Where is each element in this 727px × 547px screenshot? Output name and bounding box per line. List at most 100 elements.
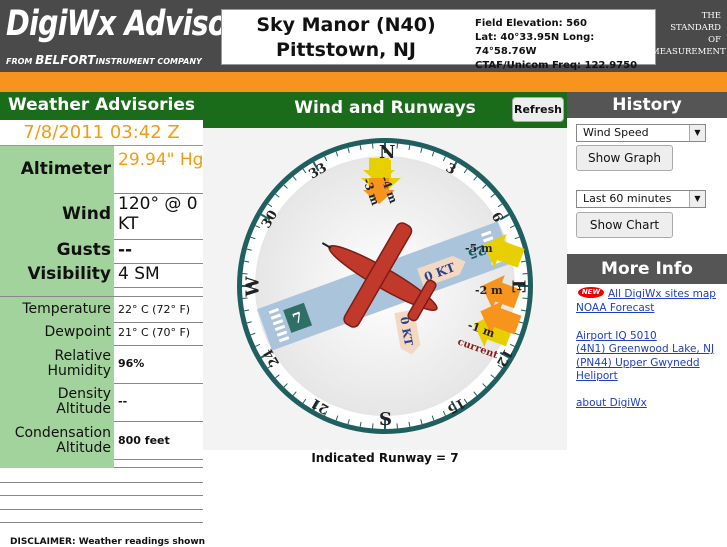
gusts-row: Gusts -- xyxy=(0,240,203,262)
condensation-altitude-value: 800 feet xyxy=(118,434,204,447)
logo-sub-suffix: INSTRUMENT COMPANY xyxy=(95,57,201,66)
compass-south: S xyxy=(379,409,392,430)
density-label-line: Altitude xyxy=(0,402,111,417)
station-details: Field Elevation: 560 Lat: 40°33.95N Long… xyxy=(475,17,655,73)
all-sites-map-link[interactable]: All DigiWx sites map xyxy=(608,288,716,300)
humidity-row: Relative Humidity 96% xyxy=(0,349,203,383)
airport-iq-link[interactable]: Airport IQ 5010 xyxy=(576,330,657,342)
noaa-forecast-link[interactable]: NOAA Forecast xyxy=(576,302,654,314)
altimeter-value: 29.94" Hg xyxy=(118,150,204,170)
more-info-title: More Info xyxy=(567,254,727,284)
compass-labels: N S W E 3 6 12 15 21 24 30 33 xyxy=(203,128,567,450)
row-divider xyxy=(114,287,203,288)
lat-long: Lat: 40°33.95N Long: 74°58.76W xyxy=(475,31,655,59)
section-divider xyxy=(0,495,203,496)
tagline-line: MEASUREMENT xyxy=(651,46,721,58)
humidity-label-line: Humidity xyxy=(0,364,111,379)
dewpoint-value: 21° C (70° F) xyxy=(118,326,204,339)
condensation-altitude-row: Condensation Altitude 800 feet xyxy=(0,426,203,460)
refresh-button[interactable]: Refresh xyxy=(512,97,564,122)
wind-runways-header: Wind and Runways Refresh xyxy=(203,92,567,128)
row-divider xyxy=(114,383,203,384)
upper-gwynedd-link[interactable]: (PN44) Upper Gwynedd Heliport xyxy=(576,357,721,383)
disclaimer-text: DISCLAIMER: Weather readings shown xyxy=(10,537,205,547)
show-chart-button[interactable]: Show Chart xyxy=(576,212,673,238)
condensation-altitude-label: Condensation Altitude xyxy=(0,426,111,456)
section-divider xyxy=(0,509,203,510)
tagline-line: THE xyxy=(651,10,721,22)
density-altitude-value: -- xyxy=(118,395,204,408)
condensation-label-line: Altitude xyxy=(0,441,111,456)
station-info-box: Sky Manor (N40) Pittstown, NJ Field Elev… xyxy=(221,9,656,65)
history-range-select[interactable]: Last 60 minutes ▼ xyxy=(576,190,706,208)
visibility-value: 4 SM xyxy=(118,264,204,284)
dewpoint-row: Dewpoint 21° C (70° F) xyxy=(0,324,203,344)
visibility-label: Visibility xyxy=(0,264,111,284)
wind-row: Wind 120° @ 0 KT xyxy=(0,194,203,238)
visibility-row: Visibility 4 SM xyxy=(0,264,203,286)
temperature-label: Temperature xyxy=(0,301,111,317)
new-badge: NEW xyxy=(578,287,604,298)
tagline-line: STANDARD xyxy=(651,22,721,34)
row-divider xyxy=(114,459,203,460)
dewpoint-label: Dewpoint xyxy=(0,324,111,340)
header-bar: DigiWx Advisor™ FROM BELFORTINSTRUMENT C… xyxy=(0,0,727,72)
wind-label: Wind xyxy=(0,204,111,224)
observation-timestamp: 7/8/2011 03:42 Z xyxy=(0,120,203,146)
row-divider xyxy=(114,421,203,422)
row-divider xyxy=(114,467,203,468)
compass-d12: 12 xyxy=(493,346,515,369)
section-divider xyxy=(0,522,203,523)
tagline-line: OF xyxy=(651,34,721,46)
compass-west: W xyxy=(243,276,264,296)
condensation-label-line: Condensation xyxy=(0,426,111,441)
history-metric-value: Wind Speed xyxy=(583,126,649,139)
section-divider xyxy=(0,296,203,297)
compass-d33: 33 xyxy=(306,160,329,182)
field-elevation: Field Elevation: 560 xyxy=(475,17,655,31)
density-altitude-label: Density Altitude xyxy=(0,387,111,417)
section-divider xyxy=(0,482,203,483)
compass-d15: 15 xyxy=(444,394,467,416)
wind-value: 120° @ 0 KT xyxy=(118,194,204,234)
show-graph-button[interactable]: Show Graph xyxy=(576,145,673,171)
about-digiwx-link[interactable]: about DigiWx xyxy=(576,397,647,409)
tagline: THE STANDARD OF MEASUREMENT xyxy=(651,10,721,58)
row-divider xyxy=(114,322,203,323)
compass-d21: 21 xyxy=(308,394,331,416)
compass-north: N xyxy=(379,142,395,163)
station-city: Pittstown, NJ xyxy=(222,39,470,61)
compass-d3: 3 xyxy=(443,161,458,179)
gusts-value: -- xyxy=(118,240,204,260)
history-range-value: Last 60 minutes xyxy=(583,192,671,205)
density-altitude-row: Density Altitude -- xyxy=(0,387,203,421)
station-name: Sky Manor (N40) xyxy=(222,14,470,36)
altimeter-row: Altimeter 29.94" Hg xyxy=(0,149,203,193)
indicated-runway: Indicated Runway = 7 xyxy=(203,451,567,465)
compass-d24: 24 xyxy=(261,346,283,369)
history-metric-select[interactable]: Wind Speed ▼ xyxy=(576,124,706,142)
temperature-row: Temperature 22° C (72° F) xyxy=(0,301,203,321)
temperature-value: 22° C (72° F) xyxy=(118,303,204,316)
ctaf-freq: CTAF/Unicom Freq: 122.9750 xyxy=(475,59,655,73)
density-label-line: Density xyxy=(0,387,111,402)
orange-divider xyxy=(0,72,727,92)
greenwood-lake-link[interactable]: (4N1) Greenwood Lake, NJ xyxy=(576,343,714,355)
wind-runway-display: 7 25 -3 m -4 m -5 m -2 xyxy=(203,128,567,450)
compass-d6: 6 xyxy=(488,210,506,225)
altimeter-label: Altimeter xyxy=(0,159,111,179)
gusts-label: Gusts xyxy=(0,240,111,260)
compass-d30: 30 xyxy=(259,208,281,231)
humidity-label: Relative Humidity xyxy=(0,349,111,379)
row-divider xyxy=(114,345,203,346)
humidity-label-line: Relative xyxy=(0,349,111,364)
history-title: History xyxy=(567,92,727,118)
belfort-logo: FROM BELFORTINSTRUMENT COMPANY xyxy=(6,53,202,67)
compass-east: E xyxy=(507,280,528,294)
logo-sub-prefix: FROM xyxy=(6,57,32,66)
chevron-down-icon: ▼ xyxy=(689,191,705,207)
chevron-down-icon: ▼ xyxy=(689,125,705,141)
weather-advisories-title: Weather Advisories xyxy=(0,92,203,120)
logo-sub-brand: BELFORT xyxy=(35,53,95,67)
humidity-value: 96% xyxy=(118,357,204,370)
